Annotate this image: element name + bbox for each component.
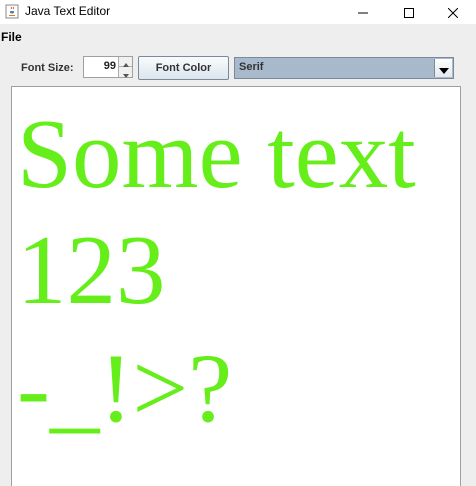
minimize-icon: [358, 3, 368, 22]
app-window: Java Text Editor File Font Size: 99 Font…: [0, 0, 476, 486]
chevron-down-icon: [122, 63, 129, 82]
dropdown-toggle-button[interactable]: [434, 59, 452, 77]
close-icon: [447, 3, 459, 22]
font-size-label: Font Size:: [21, 62, 74, 74]
editor-line: Some text: [17, 100, 416, 209]
title-bar[interactable]: Java Text Editor: [0, 0, 476, 24]
maximize-button[interactable]: [386, 0, 432, 24]
text-editor-area[interactable]: Some text 123 -_!>?: [11, 86, 461, 486]
java-coffee-cup-icon: [5, 4, 19, 19]
triangle-down-icon: [438, 59, 449, 78]
spinner-down-button[interactable]: [118, 67, 132, 78]
font-family-value: Serif: [239, 61, 264, 73]
maximize-icon: [404, 3, 414, 22]
window-title: Java Text Editor: [25, 4, 111, 18]
menu-bar: [0, 24, 476, 50]
font-family-dropdown[interactable]: Serif: [234, 57, 454, 79]
font-size-value[interactable]: 99: [104, 60, 116, 72]
close-button[interactable]: [430, 0, 476, 24]
minimize-button[interactable]: [340, 0, 386, 24]
editor-line: 123: [17, 216, 166, 325]
font-size-spinner[interactable]: 99: [83, 56, 133, 78]
menu-file[interactable]: File: [1, 30, 22, 44]
editor-line: -_!>?: [17, 334, 233, 443]
font-color-button[interactable]: Font Color: [138, 56, 229, 80]
